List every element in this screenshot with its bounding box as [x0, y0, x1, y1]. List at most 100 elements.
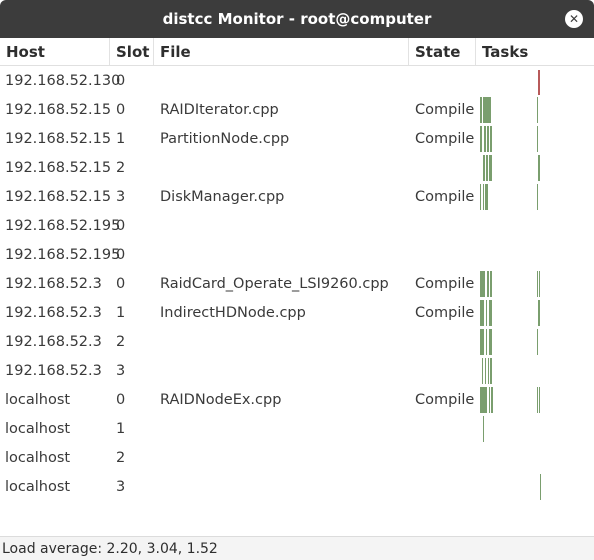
- column-header-slot[interactable]: Slot: [110, 38, 154, 65]
- task-activity-graph: [482, 358, 492, 384]
- column-header-slot-label: Slot: [116, 42, 150, 61]
- task-bar: [480, 300, 484, 326]
- file-cell: RAIDNodeEx.cpp: [160, 391, 282, 408]
- task-activity-graph: [480, 387, 540, 413]
- task-activity-graph: [480, 184, 538, 210]
- task-bar: [537, 329, 538, 355]
- table-row[interactable]: localhost 0 RAIDNodeEx.cpp Compile: [0, 385, 594, 414]
- task-activity-graph: [478, 211, 594, 240]
- slot-cell: 1: [116, 420, 126, 437]
- window-title: distcc Monitor - root@computer: [162, 10, 432, 28]
- task-bar: [538, 70, 540, 95]
- task-bar: [539, 387, 540, 413]
- table-row[interactable]: 192.168.52.3 2: [0, 327, 594, 356]
- slot-cell: 0: [116, 275, 126, 292]
- tasks-activity-cell: [478, 356, 594, 385]
- title-bar: distcc Monitor - root@computer ✕: [0, 0, 594, 38]
- tasks-activity-cell: [478, 269, 594, 298]
- table-row[interactable]: localhost 3: [0, 472, 594, 501]
- host-cell: localhost: [5, 420, 71, 437]
- task-bar: [480, 387, 487, 413]
- file-cell: IndirectHDNode.cpp: [160, 304, 306, 321]
- task-bar: [483, 416, 484, 442]
- table-row[interactable]: 192.168.52.3 0 RaidCard_Operate_LSI9260.cp…: [0, 269, 594, 298]
- task-bar: [537, 271, 538, 297]
- file-cell: DiskManager.cpp: [160, 188, 285, 205]
- state-cell: Compile: [415, 101, 475, 118]
- task-bar: [480, 126, 482, 152]
- table-row[interactable]: 192.168.52.195 0: [0, 240, 594, 269]
- host-cell: 192.168.52.195: [5, 246, 121, 263]
- task-bar: [486, 300, 487, 326]
- column-header-file[interactable]: File: [154, 38, 409, 65]
- task-bar: [484, 126, 486, 152]
- file-cell: RaidCard_Operate_LSI9260.cpp: [160, 275, 389, 292]
- table-row[interactable]: 192.168.52.195 0: [0, 211, 594, 240]
- table-row[interactable]: 192.168.52.15 0 RAIDIterator.cpp Compile: [0, 95, 594, 124]
- column-header-host[interactable]: Host: [0, 38, 110, 65]
- task-bar: [537, 184, 538, 210]
- task-bar: [480, 329, 484, 355]
- slot-cell: 3: [116, 188, 126, 205]
- host-cell: 192.168.52.3: [5, 275, 102, 292]
- state-cell: Compile: [415, 188, 475, 205]
- host-cell: 192.168.52.3: [5, 362, 102, 379]
- table-row[interactable]: 192.168.52.15 2: [0, 153, 594, 182]
- host-cell: 192.168.52.15: [5, 101, 112, 118]
- table-row[interactable]: localhost 1: [0, 414, 594, 443]
- slot-cell: 3: [116, 362, 126, 379]
- task-bar: [489, 329, 492, 355]
- state-cell: Compile: [415, 391, 475, 408]
- task-bar: [488, 358, 489, 384]
- task-bar: [485, 358, 486, 384]
- task-bar: [485, 184, 488, 210]
- table-row[interactable]: 192.168.52.3 1 IndirectHDNode.cpp Compile: [0, 298, 594, 327]
- tasks-activity-cell: [478, 385, 594, 414]
- table-row[interactable]: localhost 2: [0, 443, 594, 472]
- tasks-activity-cell: [478, 240, 594, 269]
- state-cell: Compile: [415, 275, 475, 292]
- tasks-activity-cell: [478, 327, 594, 356]
- slot-cell: 2: [116, 159, 126, 176]
- task-bar: [490, 358, 492, 384]
- task-activity-graph: [480, 329, 538, 355]
- table-row[interactable]: 192.168.52.3 3: [0, 356, 594, 385]
- tasks-activity-cell: [478, 443, 594, 472]
- host-cell: localhost: [5, 391, 71, 408]
- tasks-activity-cell: [478, 153, 594, 182]
- task-bar: [539, 271, 540, 297]
- host-cell: 192.168.52.3: [5, 304, 102, 321]
- task-activity-graph: [480, 126, 538, 152]
- table-row[interactable]: 192.168.52.130 0: [0, 66, 594, 95]
- host-cell: 192.168.52.15: [5, 159, 112, 176]
- file-cell: RAIDIterator.cpp: [160, 101, 279, 118]
- task-bar: [487, 126, 489, 152]
- host-cell: 192.168.52.15: [5, 130, 112, 147]
- host-cell: localhost: [5, 449, 71, 466]
- task-bar: [538, 155, 540, 181]
- table-row[interactable]: 192.168.52.15 1 PartitionNode.cpp Compile: [0, 124, 594, 153]
- tasks-activity-cell: [478, 211, 594, 240]
- task-bar: [538, 300, 540, 326]
- task-activity-graph: [478, 240, 594, 269]
- slot-cell: 2: [116, 333, 126, 350]
- close-icon[interactable]: ✕: [565, 10, 583, 28]
- task-bar: [490, 126, 492, 152]
- task-bar: [537, 126, 538, 152]
- host-slot-table: 192.168.52.130 0 192.168.52.15 0 RAIDIterato…: [0, 66, 594, 501]
- task-activity-graph: [480, 271, 540, 297]
- column-header-tasks[interactable]: Tasks: [476, 38, 594, 65]
- task-activity-graph: [483, 416, 484, 442]
- host-cell: 192.168.52.195: [5, 217, 121, 234]
- task-bar: [489, 387, 490, 413]
- column-header-state[interactable]: State: [409, 38, 476, 65]
- tasks-activity-cell: [478, 414, 594, 443]
- table-row[interactable]: 192.168.52.15 3 DiskManager.cpp Compile: [0, 182, 594, 211]
- tasks-activity-cell: [478, 66, 594, 95]
- task-bar: [486, 155, 488, 181]
- task-bar: [483, 184, 484, 210]
- slot-cell: 0: [116, 101, 126, 118]
- status-bar: Load average: 2.20, 3.04, 1.52: [0, 536, 594, 560]
- task-activity-graph: [480, 97, 538, 123]
- file-cell: PartitionNode.cpp: [160, 130, 290, 147]
